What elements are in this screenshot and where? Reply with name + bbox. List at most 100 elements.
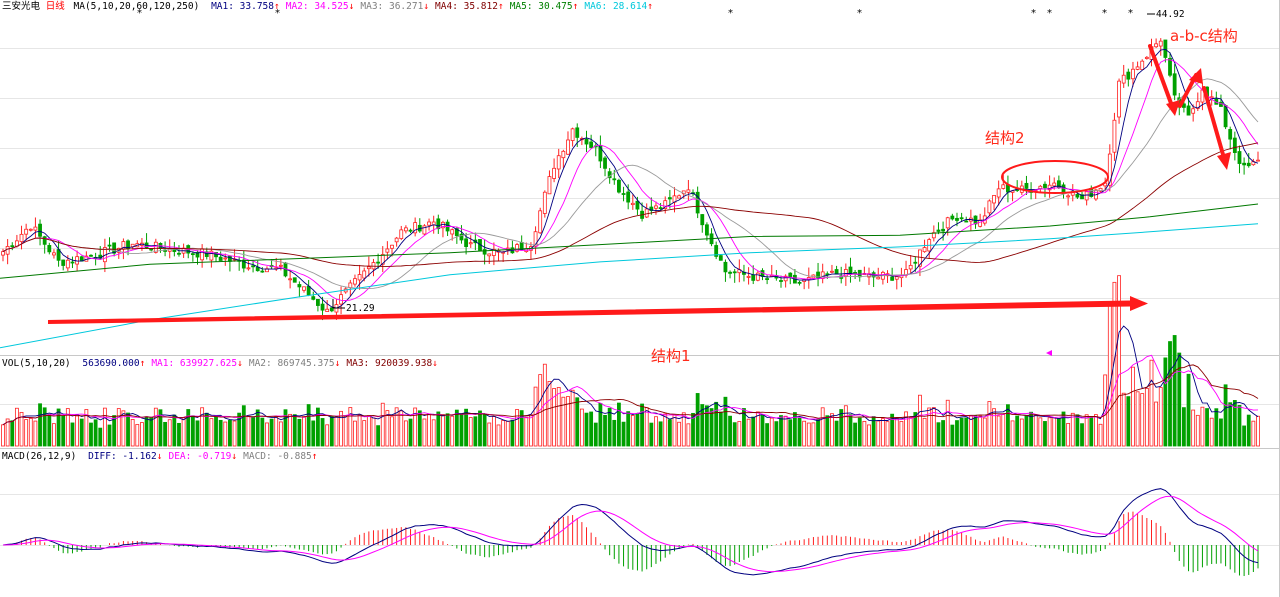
candle-body (47, 245, 52, 253)
volume-bar (598, 402, 603, 447)
volume-bar (760, 415, 765, 447)
candle-body (177, 252, 181, 255)
volume-bar (468, 417, 473, 447)
candle-body (686, 189, 691, 193)
volume-bar (755, 411, 760, 447)
volume-bar (547, 381, 552, 447)
volume-bar (1010, 420, 1015, 447)
volume-bar (1186, 373, 1191, 447)
volume-bar (769, 417, 774, 447)
volume-bar (121, 410, 126, 447)
volume-bar (135, 424, 140, 447)
volume-bar (1098, 423, 1103, 447)
volume-bar (1154, 401, 1159, 447)
volume-bar (806, 422, 811, 447)
candle-body (723, 261, 728, 273)
candle-body (797, 281, 802, 284)
volume-bar (473, 416, 478, 447)
candle-body (1043, 183, 1047, 189)
candle-body (408, 229, 413, 232)
indicator-value: MA3: 920039.938 (346, 358, 432, 369)
volume-bar (899, 421, 904, 447)
volume-bar (144, 416, 149, 447)
volume-bar (1131, 366, 1135, 447)
volume-bar (357, 414, 362, 447)
macd-indicators: DIFF: -1.162↓ DEA: -0.719↓ MACD: -0.885↑ (88, 451, 317, 462)
volume-bar (529, 414, 533, 447)
volume-bar (1047, 417, 1052, 447)
volume-bar (482, 413, 487, 447)
volume-bar (737, 421, 742, 447)
candle-body (320, 303, 325, 311)
stock-name: 三安光电 (2, 0, 41, 12)
volume-bar (251, 416, 255, 447)
volume-bar (325, 424, 330, 447)
volume-bar (1246, 414, 1251, 447)
volume-bar (880, 418, 885, 447)
volume-bar (353, 420, 357, 447)
candle-body (353, 278, 357, 285)
period-label: 日线 (46, 0, 66, 12)
candle-body (1117, 80, 1121, 118)
volume-bar (908, 417, 913, 447)
volume-bar (302, 416, 306, 447)
volume-bar (589, 411, 594, 447)
candle-body (779, 280, 783, 282)
volume-bar (839, 409, 844, 447)
candle-body (644, 208, 649, 218)
volume-bar (968, 415, 973, 447)
candle-body (371, 262, 376, 270)
indicator-value: MACD: -0.885 (243, 451, 312, 462)
volume-bar (672, 414, 677, 447)
candle-body (190, 253, 195, 256)
candle-body (385, 248, 390, 253)
candle-body (357, 274, 362, 281)
volume-bar (663, 413, 668, 447)
volume-bar (996, 415, 1001, 447)
candle-body (987, 200, 992, 214)
indicator-value: MA4: 35.812 (435, 1, 498, 12)
volume-bar (584, 412, 589, 447)
volume-bar (209, 418, 214, 447)
indicator-arrow: ↓ (349, 1, 355, 12)
volume-bar (964, 417, 969, 447)
candle-body (450, 229, 455, 235)
volume-bar (515, 409, 519, 447)
volume-bar (112, 415, 117, 447)
indicator-arrow: ↑ (498, 1, 504, 12)
volume-bar (288, 413, 293, 447)
high-price-label: 44.92 (1156, 9, 1185, 20)
candle-body (366, 266, 371, 270)
volume-bar (1200, 406, 1205, 447)
candle-body (626, 191, 631, 203)
volume-bar (982, 417, 987, 447)
volume-bar (1242, 425, 1247, 447)
volume-bar (177, 422, 181, 447)
candle-body (959, 217, 964, 220)
candle-body (667, 197, 672, 200)
candle-body (996, 188, 1001, 198)
volume-bar (1191, 409, 1196, 447)
candle-body (964, 220, 969, 223)
candle-body (950, 215, 955, 220)
indicator-arrow: ↓ (432, 358, 438, 369)
candle-body (288, 278, 293, 281)
candle-body (677, 195, 682, 199)
candle-body (1237, 151, 1242, 164)
volume-bar (329, 415, 334, 447)
volume-bar (593, 422, 598, 447)
volume-bar (973, 415, 978, 447)
volume-bar (297, 418, 302, 447)
candle-body (658, 207, 663, 210)
candle-body (992, 195, 996, 204)
candle-body (635, 200, 640, 210)
volume-bar (802, 420, 807, 447)
volume-bar (163, 421, 167, 447)
candle-body (830, 270, 834, 273)
candle-body (1001, 184, 1006, 189)
volume-bar (779, 415, 783, 447)
volume-bar (843, 405, 848, 447)
volume-bar (1126, 396, 1131, 447)
volume-bar (774, 421, 779, 447)
event-marker: * (857, 8, 862, 19)
